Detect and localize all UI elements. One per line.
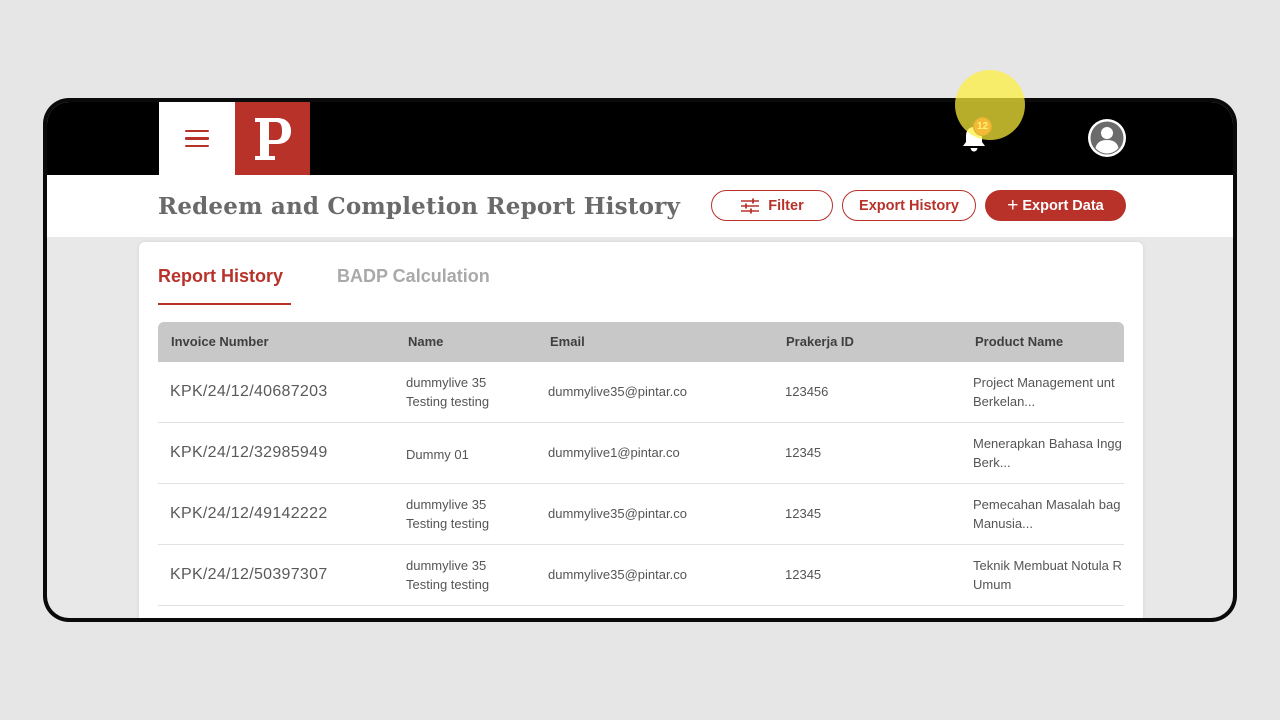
product-line: Pemecahan Masalah bag (973, 497, 1121, 512)
col-email: Email (550, 334, 585, 349)
product-name-cell: Menerapkan Bahasa Ingg Berk... (973, 434, 1122, 472)
product-name-cell: Pemecahan Masalah bag Manusia... (973, 495, 1120, 533)
name-line: dummylive 35 (406, 375, 487, 390)
filter-button[interactable]: Filter (711, 190, 833, 221)
product-line: Berk... (973, 455, 1011, 470)
product-line: Berkelan... (973, 394, 1036, 409)
export-data-label: Export Data (1022, 197, 1104, 214)
col-product-name: Product Name (975, 334, 1064, 349)
page-title: Redeem and Completion Report History (158, 193, 681, 220)
email-cell: dummylive35@pintar.co (548, 506, 687, 521)
device-frame: 12 Redeem and Completion Report History (43, 98, 1237, 622)
prakerja-id-cell: 12345 (785, 445, 822, 460)
plus-icon: + (1007, 195, 1019, 216)
table-row[interactable]: KPK/24/12/50397307 dummylive 35 Testing … (158, 545, 1124, 606)
invoice-number: KPK/24/12/49142222 (170, 505, 328, 522)
name-line: Testing testing (406, 394, 490, 409)
page-header: Redeem and Completion Report History Fil… (47, 175, 1233, 237)
prakerja-id-cell: 12345 (785, 506, 822, 521)
invoice-number: KPK/24/12/50397307 (170, 566, 328, 583)
product-name-cell: Teknik Membuat Notula R Umum (973, 556, 1122, 594)
product-line: Umum (973, 577, 1012, 592)
table-row[interactable]: KPK/24/12/32985949 Dummy 01 dummylive1@p… (158, 423, 1124, 484)
table-row[interactable]: KPK/24/12/40687203 dummylive 35 Testing … (158, 362, 1124, 423)
invoice-number: KPK/24/12/40687203 (170, 383, 328, 400)
email-cell: dummylive1@pintar.co (548, 445, 680, 460)
name-cell: dummylive 35 Testing testing (406, 495, 489, 533)
name-line: dummylive 35 (406, 497, 487, 512)
export-history-button[interactable]: Export History (842, 190, 976, 221)
report-card: Report History BADP Calculation Invoice … (139, 242, 1143, 618)
prakerja-id-cell: 12345 (785, 567, 822, 582)
name-line: dummylive 35 (406, 558, 487, 573)
prakerja-id-cell: 123456 (785, 384, 829, 399)
report-table: Invoice Number Name Email Prakerja ID Pr… (158, 322, 1124, 618)
product-line: Manusia... (973, 516, 1033, 531)
name-cell: dummylive 35 Testing testing (406, 556, 489, 594)
top-navbar: 12 (47, 102, 1233, 175)
col-name: Name (408, 334, 444, 349)
col-invoice-number: Invoice Number (171, 334, 269, 349)
name-cell: dummylive 35 Testing testing (406, 373, 489, 411)
hamburger-menu-icon (185, 129, 209, 148)
product-name-cell: Project Management unt Berkelan... (973, 373, 1115, 411)
active-tab-indicator (158, 303, 291, 305)
col-prakerja-id: Prakerja ID (786, 334, 854, 349)
table-row[interactable] (158, 606, 1124, 618)
menu-button[interactable] (159, 102, 235, 175)
export-history-label: Export History (859, 197, 959, 214)
logo-icon[interactable] (235, 102, 310, 175)
table-header: Invoice Number Name Email Prakerja ID Pr… (158, 322, 1124, 362)
tab-report-history[interactable]: Report History (158, 266, 283, 287)
product-line: Menerapkan Bahasa Ingg (973, 436, 1122, 451)
filter-label: Filter (768, 197, 804, 214)
notification-badge: 12 (973, 117, 992, 136)
app-screen: 12 Redeem and Completion Report History (47, 102, 1233, 618)
name-line: Testing testing (406, 516, 490, 531)
table-row[interactable]: KPK/24/12/49142222 dummylive 35 Testing … (158, 484, 1124, 545)
name-line: Dummy 01 (406, 447, 469, 462)
filter-sliders-icon (741, 198, 760, 213)
email-cell: dummylive35@pintar.co (548, 567, 687, 582)
logo-p-glyph (254, 117, 291, 160)
product-line: Teknik Membuat Notula R (973, 558, 1122, 573)
invoice-number: KPK/24/12/32985949 (170, 444, 328, 461)
export-data-button[interactable]: + Export Data (985, 190, 1126, 221)
name-line: Testing testing (406, 577, 490, 592)
name-cell: Dummy 01 (406, 445, 469, 464)
avatar-icon[interactable] (1087, 118, 1127, 158)
tab-badp-calculation[interactable]: BADP Calculation (337, 266, 490, 287)
email-cell: dummylive35@pintar.co (548, 384, 687, 399)
product-line: Project Management unt (973, 375, 1115, 390)
